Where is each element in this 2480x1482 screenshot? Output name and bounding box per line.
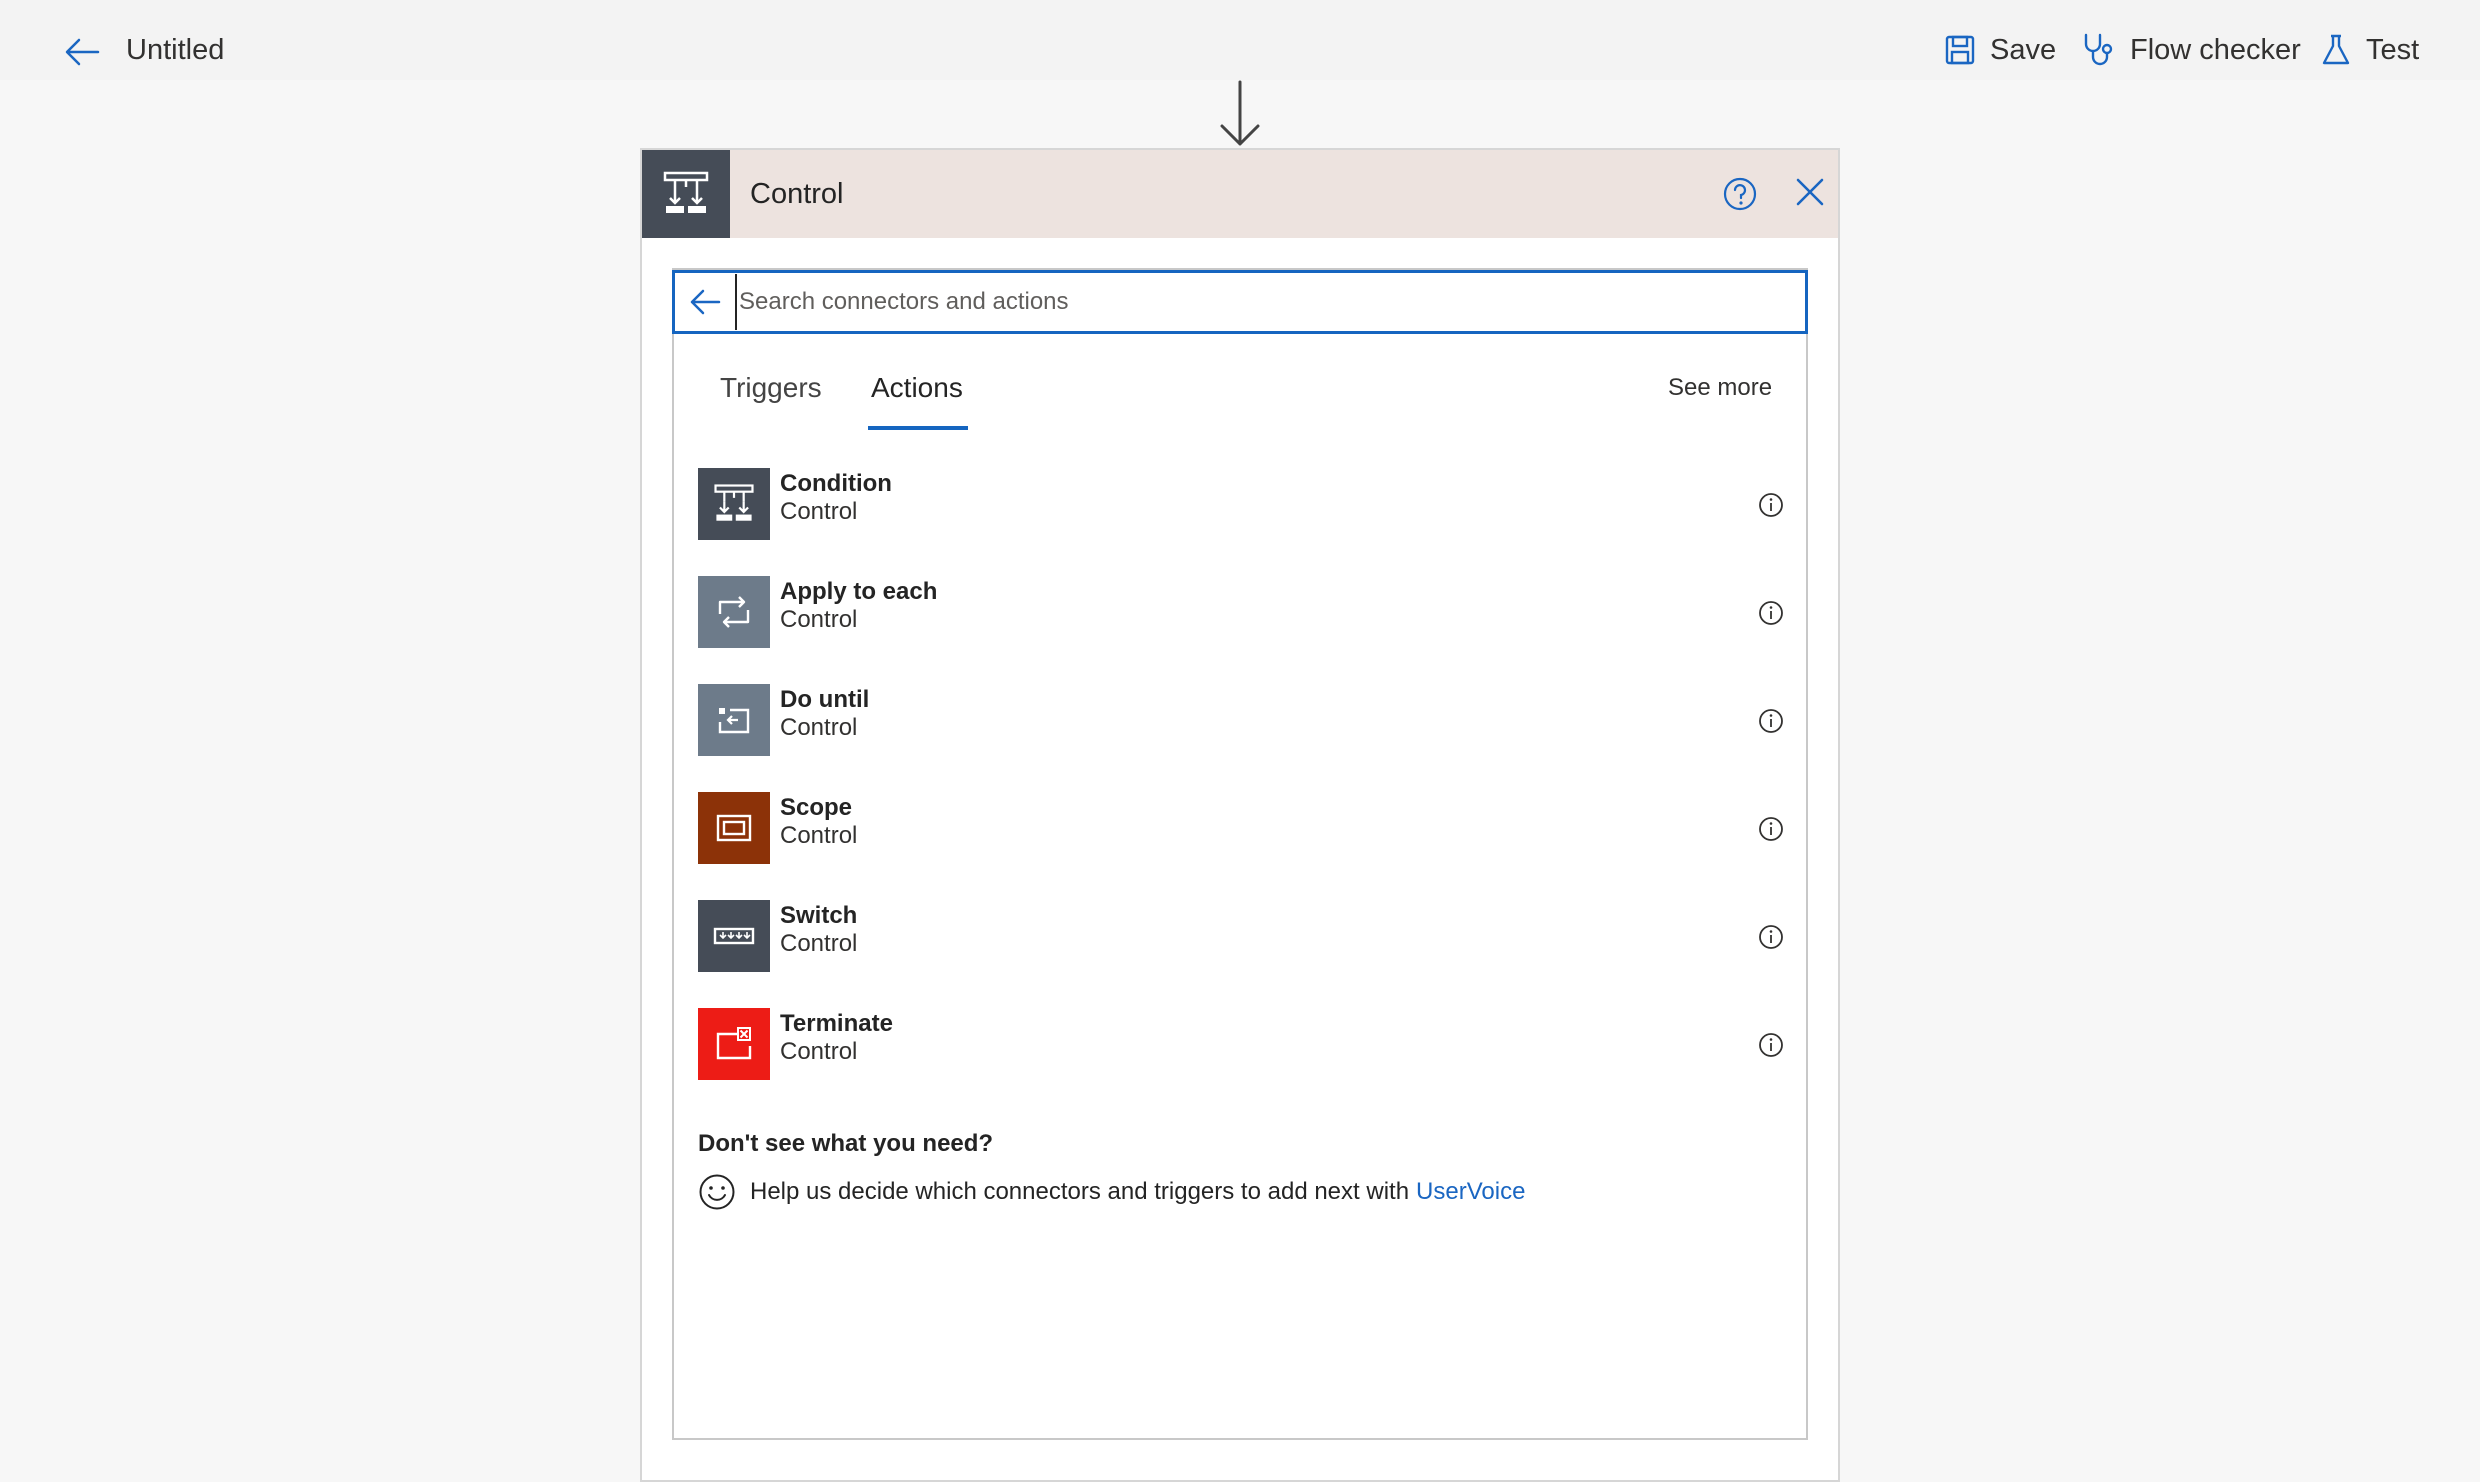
back-button[interactable] — [62, 32, 102, 72]
action-name: Do until — [780, 686, 870, 713]
terminate-tile — [698, 1008, 770, 1080]
info-icon[interactable] — [1758, 600, 1784, 626]
list-item-switch[interactable]: Switch Control — [698, 900, 1784, 1008]
condition-icon — [714, 484, 754, 521]
info-icon[interactable] — [1758, 1032, 1784, 1058]
tab-actions[interactable]: Actions — [871, 372, 963, 404]
search-back-button[interactable] — [675, 273, 735, 331]
action-connector: Control — [780, 606, 858, 633]
test-label: Test — [2366, 33, 2420, 66]
action-name: Scope — [780, 794, 853, 821]
top-bar: Untitled Save Flow checker Test — [0, 0, 2480, 80]
info-icon[interactable] — [1758, 816, 1784, 842]
search-box[interactable] — [672, 270, 1808, 334]
see-more-link[interactable]: See more — [1668, 374, 1772, 402]
test-button[interactable]: Test — [2320, 30, 2419, 70]
uservoice-text: Help us decide which connectors and trig… — [750, 1178, 1410, 1205]
action-name: Switch — [780, 902, 858, 929]
action-connector: Control — [780, 1038, 858, 1065]
tab-triggers[interactable]: Triggers — [720, 372, 822, 404]
flow-checker-label: Flow checker — [2130, 33, 2301, 66]
info-icon[interactable] — [1758, 492, 1784, 518]
header-control-icon — [642, 150, 730, 238]
terminate-icon — [716, 1027, 752, 1060]
scope-tile — [698, 792, 770, 864]
add-action-card: Control Triggers Actions See more — [640, 148, 1840, 1482]
save-button[interactable]: Save — [1944, 30, 2056, 70]
action-name: Terminate — [780, 1010, 893, 1037]
action-connector: Control — [780, 930, 858, 957]
tab-selected-indicator — [868, 426, 968, 430]
action-name: Condition — [780, 470, 892, 497]
list-item-apply-to-each[interactable]: Apply to each Control — [698, 576, 1784, 684]
card-header: Control — [642, 150, 1838, 238]
help-icon — [1723, 177, 1757, 211]
info-icon[interactable] — [1758, 924, 1784, 950]
arrow-down-icon — [1220, 80, 1260, 146]
stethoscope-icon — [2084, 33, 2113, 66]
list-item-scope[interactable]: Scope Control — [698, 792, 1784, 900]
action-connector: Control — [780, 714, 858, 741]
action-list: Condition Control Apply to each Control — [698, 468, 1784, 1116]
close-icon — [1796, 178, 1824, 206]
action-connector: Control — [780, 498, 858, 525]
arrow-left-icon — [65, 38, 100, 66]
list-item-do-until[interactable]: Do until Control — [698, 684, 1784, 792]
list-item-condition[interactable]: Condition Control — [698, 468, 1784, 576]
action-connector: Control — [780, 822, 858, 849]
loop-icon — [718, 596, 750, 628]
do-until-icon — [718, 708, 750, 734]
uservoice-link[interactable]: UserVoice — [1416, 1178, 1525, 1206]
scope-icon — [716, 814, 752, 842]
flow-title[interactable]: Untitled — [126, 34, 224, 67]
switch-icon — [713, 927, 755, 945]
dont-see-heading: Don't see what you need? — [698, 1130, 994, 1157]
list-item-terminate[interactable]: Terminate Control — [698, 1008, 1784, 1116]
search-input[interactable] — [735, 274, 1805, 330]
arrow-left-icon — [690, 289, 721, 315]
beaker-icon — [2322, 34, 2350, 65]
uservoice-prompt: Help us decide which connectors and trig… — [698, 1172, 1525, 1212]
help-button[interactable] — [1722, 176, 1758, 212]
close-button[interactable] — [1792, 174, 1828, 210]
info-icon[interactable] — [1758, 708, 1784, 734]
save-label: Save — [1990, 33, 2057, 66]
apply-to-each-tile — [698, 576, 770, 648]
card-title: Control — [750, 178, 844, 210]
switch-tile — [698, 900, 770, 972]
save-icon — [1945, 35, 1975, 65]
do-until-tile — [698, 684, 770, 756]
action-name: Apply to each — [780, 578, 938, 605]
flow-checker-button[interactable]: Flow checker — [2080, 30, 2301, 70]
condition-tile — [698, 468, 770, 540]
smiley-icon — [699, 1174, 735, 1210]
condition-icon — [663, 171, 709, 213]
